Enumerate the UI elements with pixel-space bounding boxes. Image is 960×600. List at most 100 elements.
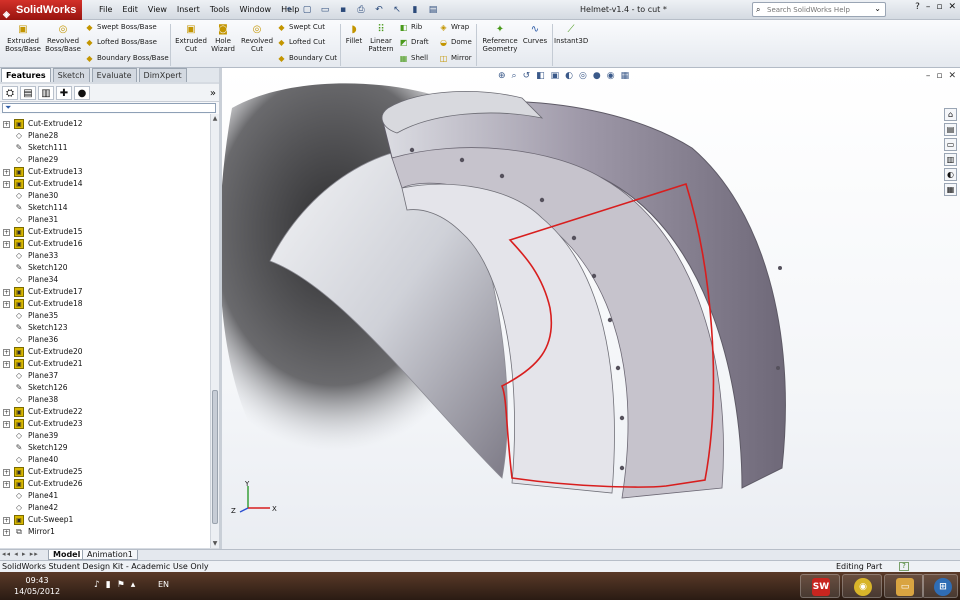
shell-button[interactable]: ▦ Shell <box>398 54 428 63</box>
tree-item[interactable]: ◇ Plane40 <box>0 454 210 466</box>
draft-button[interactable]: ◩ Draft <box>398 38 429 47</box>
expand-toggle-icon[interactable]: + <box>3 241 10 248</box>
instant3d-button[interactable]: ⟋ Instant3D <box>554 24 588 45</box>
tree-item[interactable]: ✎ Sketch114 <box>0 202 210 214</box>
property-manager-icon[interactable]: ▤ <box>20 86 36 100</box>
swept-boss-button[interactable]: ◆ Swept Boss/Base <box>84 23 156 32</box>
viewport-restore-icon[interactable]: ▫ <box>936 71 942 81</box>
appearances-scenes-icon[interactable]: ◐ <box>944 168 957 181</box>
speaker-icon[interactable]: ♪ <box>94 580 100 590</box>
section-view-icon[interactable]: ◧ <box>536 71 545 81</box>
scroll-up-icon[interactable]: ▲ <box>211 114 219 123</box>
tab-model[interactable]: Model <box>48 550 86 560</box>
expand-toggle-icon[interactable]: + <box>3 301 10 308</box>
graphics-area[interactable]: ⊕ ⌕ ↺ ◧ ▣ ◐ ◎ ● ◉ ▦ – ▫ ✕ Y X Z <box>222 68 960 549</box>
viewport-minimize-icon[interactable]: – <box>926 71 931 81</box>
hide-show-icon[interactable]: ◎ <box>579 71 587 81</box>
rib-button[interactable]: ◧ Rib <box>398 23 423 32</box>
extruded-boss-button[interactable]: ▣ Extruded Boss/Base <box>4 24 42 53</box>
helmet-model[interactable] <box>222 68 960 549</box>
display-style-icon[interactable]: ◐ <box>565 71 573 81</box>
scroll-down-icon[interactable]: ▼ <box>211 539 219 548</box>
tree-item[interactable]: ◇ Plane37 <box>0 370 210 382</box>
help-icon[interactable]: ? <box>915 2 920 12</box>
scroll-thumb[interactable] <box>212 390 218 524</box>
taskbar-chrome[interactable]: ◉ <box>842 574 882 598</box>
previous-view-icon[interactable]: ↺ <box>523 71 531 81</box>
minimize-icon[interactable]: – <box>926 2 931 12</box>
solidworks-logo[interactable]: ◈ SolidWorks <box>0 0 82 20</box>
menu-edit[interactable]: Edit <box>117 0 143 20</box>
tree-item[interactable]: + ▣ Cut-Extrude23 <box>0 418 210 430</box>
tree-item[interactable]: ◇ Plane31 <box>0 214 210 226</box>
custom-properties-icon[interactable]: ▦ <box>944 183 957 196</box>
save-icon[interactable]: ▪ <box>336 3 350 17</box>
tree-item[interactable]: + ▣ Cut-Extrude12 <box>0 118 210 130</box>
linear-pattern-button[interactable]: ⠿ Linear Pattern <box>366 24 396 53</box>
expand-toggle-icon[interactable]: + <box>3 529 10 536</box>
tab-scroll-icons[interactable]: ◂◂ ◂ ▸ ▸▸ <box>2 550 39 558</box>
tab-sketch[interactable]: Sketch <box>52 68 90 82</box>
expand-toggle-icon[interactable]: + <box>3 169 10 176</box>
tree-item[interactable]: ◇ Plane33 <box>0 250 210 262</box>
menu-view[interactable]: View <box>143 0 172 20</box>
revolved-boss-button[interactable]: ◎ Revolved Boss/Base <box>44 24 82 53</box>
options-icon[interactable]: ▤ <box>426 3 440 17</box>
expand-toggle-icon[interactable]: + <box>3 481 10 488</box>
tree-item[interactable]: ✎ Sketch126 <box>0 382 210 394</box>
tree-item[interactable]: ◇ Plane28 <box>0 130 210 142</box>
open-folder-icon[interactable]: ▭ <box>318 3 332 17</box>
taskbar-solidworks[interactable]: SW <box>800 574 840 598</box>
taskbar-explorer[interactable]: ▭ <box>884 574 924 598</box>
tab-features[interactable]: Features <box>1 68 51 82</box>
lofted-cut-button[interactable]: ◆ Lofted Cut <box>276 38 325 47</box>
tray-expand-icon[interactable]: ▴ <box>131 580 136 590</box>
tree-scrollbar[interactable]: ▲ ▼ <box>210 114 219 548</box>
view-orientation-icon[interactable]: ▣ <box>551 71 560 81</box>
start-button[interactable]: ⊞ <box>922 574 958 598</box>
tree-item[interactable]: + ⧉ Mirror1 <box>0 526 210 538</box>
flag-icon[interactable]: ⚑ <box>117 580 125 590</box>
apply-scene-icon[interactable]: ◉ <box>607 71 615 81</box>
configuration-manager-icon[interactable]: ▥ <box>38 86 54 100</box>
expand-toggle-icon[interactable]: + <box>3 289 10 296</box>
resources-icon[interactable]: ⌂ <box>944 108 957 121</box>
zoom-to-fit-icon[interactable]: ⊕ <box>498 71 506 81</box>
tree-item[interactable]: ✎ Sketch129 <box>0 442 210 454</box>
undo-icon[interactable]: ↶ <box>372 3 386 17</box>
menu-file[interactable]: File <box>94 0 117 20</box>
extruded-cut-button[interactable]: ▣ Extruded Cut <box>174 24 208 53</box>
file-explorer-icon[interactable]: ▭ <box>944 138 957 151</box>
tree-item[interactable]: + ▣ Cut-Extrude21 <box>0 358 210 370</box>
status-help-icon[interactable]: ? <box>899 562 909 571</box>
feature-manager-icon[interactable]: ⛭ <box>2 86 18 100</box>
tree-item[interactable]: + ▣ Cut-Extrude17 <box>0 286 210 298</box>
tree-item[interactable]: + ▣ Cut-Extrude15 <box>0 226 210 238</box>
rebuild-icon[interactable]: ▮ <box>408 3 422 17</box>
expand-toggle-icon[interactable]: + <box>3 517 10 524</box>
tree-item[interactable]: + ▣ Cut-Extrude13 <box>0 166 210 178</box>
expand-toggle-icon[interactable]: + <box>3 229 10 236</box>
tree-item[interactable]: ◇ Plane35 <box>0 310 210 322</box>
zoom-area-icon[interactable]: ⌕ <box>512 71 517 81</box>
network-icon[interactable]: ▮ <box>106 580 111 590</box>
menu-tools[interactable]: Tools <box>205 0 235 20</box>
expand-toggle-icon[interactable]: + <box>3 361 10 368</box>
tree-item[interactable]: + ▣ Cut-Extrude20 <box>0 346 210 358</box>
revolved-cut-button[interactable]: ◎ Revolved Cut <box>240 24 274 53</box>
expand-toggle-icon[interactable]: + <box>3 121 10 128</box>
expand-toggle-icon[interactable]: + <box>3 421 10 428</box>
fillet-button[interactable]: ◗ Fillet <box>344 24 364 45</box>
tree-item[interactable]: ◇ Plane39 <box>0 430 210 442</box>
mirror-button[interactable]: ◫ Mirror <box>438 54 472 63</box>
tree-item[interactable]: + ▣ Cut-Extrude14 <box>0 178 210 190</box>
tree-item[interactable]: ◇ Plane36 <box>0 334 210 346</box>
curves-button[interactable]: ∿ Curves <box>522 24 548 45</box>
tree-item[interactable]: ✎ Sketch123 <box>0 322 210 334</box>
tree-item[interactable]: ✎ Sketch111 <box>0 142 210 154</box>
tree-item[interactable]: ◇ Plane42 <box>0 502 210 514</box>
expand-toggle-icon[interactable]: + <box>3 409 10 416</box>
tree-item[interactable]: + ▣ Cut-Extrude26 <box>0 478 210 490</box>
expand-toggle-icon[interactable]: + <box>3 181 10 188</box>
new-document-icon[interactable]: ▢ <box>300 3 314 17</box>
